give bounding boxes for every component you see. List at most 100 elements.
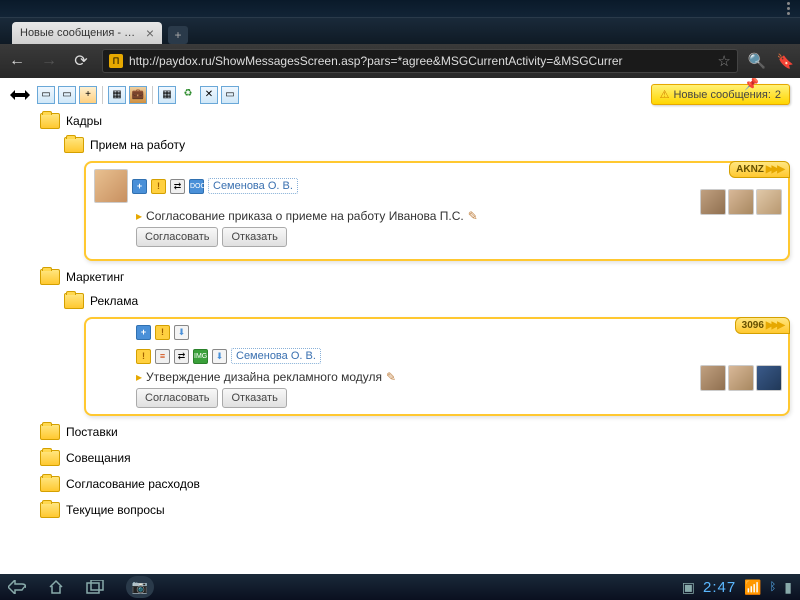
folder-voprosy[interactable]: Текущие вопросы [40,500,790,520]
bullet-icon: ▸ [136,370,142,384]
list-icon[interactable]: ≡ [155,349,170,364]
folder-icon [40,424,60,440]
card-badge[interactable]: AKNZ ▶▶▶ [729,161,790,178]
toolbar-grid-icon[interactable]: ▦ [158,86,176,104]
overflow-menu-icon[interactable] [785,0,792,17]
card-badge[interactable]: 3096 ▶▶▶ [735,317,790,334]
download-icon[interactable]: ⬇ [174,325,189,340]
folder-icon [40,113,60,129]
avatar[interactable] [94,169,128,203]
avatar[interactable] [728,189,754,215]
new-messages-notice[interactable]: 📌 ⚠ Новые сообщения: 2 [651,84,790,105]
participants[interactable] [700,189,782,215]
toolbar-calendar-icon[interactable]: ▦ [108,86,126,104]
screenshot-icon: ▣ [682,579,695,596]
wifi-icon: 📶 [744,579,761,596]
reject-button[interactable]: Отказать [222,227,286,247]
toolbar-briefcase-icon[interactable]: 💼 [129,86,147,104]
folder-postavki[interactable]: Поставки [40,422,790,442]
bluetooth-icon: ᛒ [770,581,777,593]
new-tab-button[interactable]: + [168,26,188,44]
home-icon[interactable] [48,579,64,595]
forward-button[interactable]: → [38,52,60,70]
bullet-icon: ▸ [136,209,142,223]
search-icon[interactable]: 🔍 [748,52,767,70]
folder-rashody[interactable]: Согласование расходов [40,474,790,494]
back-button[interactable]: ← [6,52,28,70]
android-status-bar [0,0,800,18]
expand-icon[interactable]: + [136,325,151,340]
tab-title: Новые сообщения - Pa... [20,27,140,39]
expand-icon[interactable]: + [132,179,147,194]
battery-icon: ▮ [784,579,792,596]
message-title: ▸ Утверждение дизайна рекламного модуля … [136,370,780,384]
url-input[interactable]: П http://paydox.ru/ShowMessagesScreen.as… [102,49,738,73]
message-card-1: AKNZ ▶▶▶ + ! ⇄ DOC Семенова О. В. [84,161,790,261]
author-name[interactable]: Семенова О. В. [231,348,321,364]
arrows-icon: ▶▶▶ [766,320,783,331]
close-tab-icon[interactable]: × [146,26,154,40]
folder-icon [64,137,84,153]
toolbar-btn-1[interactable]: ▭ [37,86,55,104]
folder-label: Согласование расходов [66,477,200,491]
bookmark-star-icon[interactable]: ☆ [717,52,730,70]
avatar[interactable] [700,365,726,391]
doc-icon[interactable]: DOC [189,179,204,194]
priority-icon: ! [151,179,166,194]
avatar[interactable] [728,365,754,391]
folder-icon [40,502,60,518]
recent-apps-icon[interactable] [86,580,104,594]
folder-marketing[interactable]: Маркетинг [40,267,790,287]
approve-button[interactable]: Согласовать [136,227,218,247]
priority-icon: ! [136,349,151,364]
url-text: http://paydox.ru/ShowMessagesScreen.asp?… [129,54,711,68]
edit-icon[interactable]: ✎ [386,370,396,384]
back-icon[interactable] [8,580,26,594]
download-icon[interactable]: ⬇ [212,349,227,364]
transfer-icon[interactable]: ⇄ [170,179,185,194]
folder-icon [40,269,60,285]
toolbar-delete-user-icon[interactable]: ✕ [200,86,218,104]
folder-label: Текущие вопросы [66,503,165,517]
toolbar-btn-2[interactable]: ▭ [58,86,76,104]
participants[interactable] [700,365,782,391]
browser-toolbar: ← → ⟳ П http://paydox.ru/ShowMessagesScr… [0,44,800,78]
folder-icon [40,450,60,466]
img-icon[interactable]: IMG [193,349,208,364]
priority-icon: ! [155,325,170,340]
author-name[interactable]: Семенова О. В. [208,178,298,194]
folder-label: Прием на работу [90,138,185,152]
bookmarks-icon[interactable]: 🔖 [777,53,794,70]
avatar[interactable] [700,189,726,215]
folder-label: Маркетинг [66,270,124,284]
approve-button[interactable]: Согласовать [136,388,218,408]
browser-tab-strip: Новые сообщения - Pa... × + [0,18,800,44]
message-card-2: 3096 ▶▶▶ + ! ⬇ ! ≡ ⇄ IMG ⬇ Семенова О. В [84,317,790,416]
notice-count: 2 [775,89,781,101]
arrows-icon: ▶▶▶ [766,164,783,175]
transfer-icon[interactable]: ⇄ [174,349,189,364]
expand-icon[interactable] [10,88,30,102]
page-content: ▭ ▭ + ▦ 💼 ▦ ♻ ✕ ▭ 📌 ⚠ Новые сообщения: 2… [0,78,800,574]
avatar[interactable] [756,365,782,391]
pin-icon: 📌 [744,78,759,91]
edit-icon[interactable]: ✎ [468,209,478,223]
folder-priem[interactable]: Прием на работу [64,135,790,155]
toolbar-btn-3[interactable]: + [79,86,97,104]
reload-button[interactable]: ⟳ [70,51,92,71]
folder-icon [40,476,60,492]
folder-soveshaniya[interactable]: Совещания [40,448,790,468]
site-favicon: П [109,54,123,68]
clock: 2:47 [703,579,736,596]
browser-tab[interactable]: Новые сообщения - Pa... × [12,22,162,44]
app-toolbar: ▭ ▭ + ▦ 💼 ▦ ♻ ✕ ▭ 📌 ⚠ Новые сообщения: 2 [10,84,790,105]
folder-kadry[interactable]: Кадры [40,111,790,131]
reject-button[interactable]: Отказать [222,388,286,408]
folder-tree: Кадры Прием на работу AKNZ ▶▶▶ + ! ⇄ DOC… [40,111,790,520]
toolbar-btn-9[interactable]: ▭ [221,86,239,104]
folder-icon [64,293,84,309]
folder-reklama[interactable]: Реклама [64,291,790,311]
toolbar-refresh-icon[interactable]: ♻ [179,86,197,104]
avatar[interactable] [756,189,782,215]
camera-icon[interactable]: 📷 [126,576,154,598]
